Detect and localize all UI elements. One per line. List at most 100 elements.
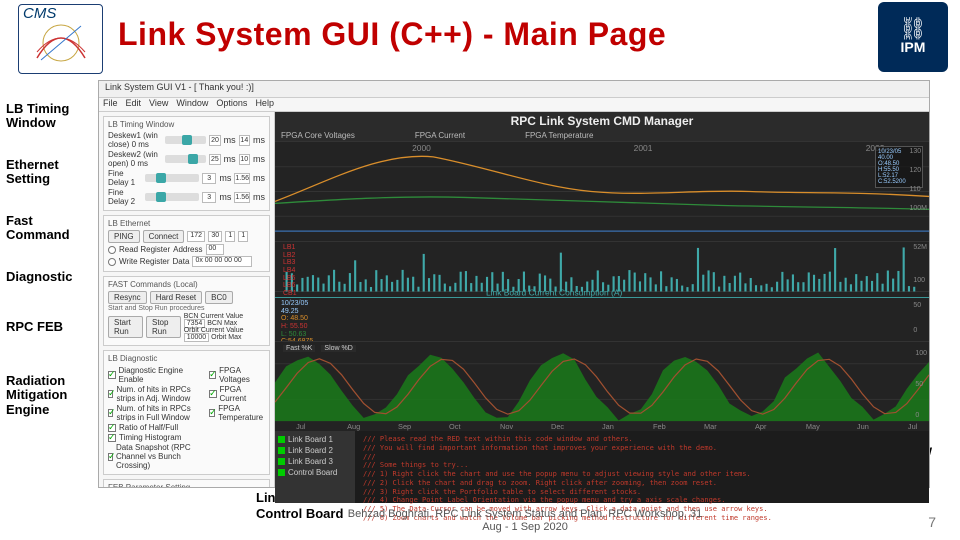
ipm-text: IPM bbox=[901, 39, 926, 55]
deskew1-slider[interactable] bbox=[165, 136, 206, 144]
svg-text:Oct: Oct bbox=[449, 423, 460, 431]
mid-ov: 10/23/0549.25O: 48.50H: 55.50L: 50.63C:5… bbox=[281, 300, 313, 346]
cmd-title: RPC Link System CMD Manager bbox=[275, 112, 929, 130]
svg-text:Jul: Jul bbox=[296, 423, 306, 431]
chk-timing[interactable] bbox=[108, 434, 116, 442]
svg-text:Jan: Jan bbox=[602, 423, 614, 431]
list-item[interactable]: Control Board bbox=[278, 467, 352, 478]
deskew1-v1: 20 bbox=[209, 135, 220, 146]
svg-text:Mar: Mar bbox=[704, 423, 717, 431]
panel-timing: LB Timing Window Deskew1 (win close) 0 m… bbox=[103, 116, 270, 211]
svg-text:Apr: Apr bbox=[755, 423, 767, 431]
status-messages[interactable]: /// Please read the RED text within this… bbox=[355, 431, 929, 503]
deskew2-label: Deskew2 (win open) 0 ms bbox=[108, 150, 162, 168]
write-reg-radio[interactable] bbox=[108, 258, 116, 266]
ip-1[interactable]: 30 bbox=[208, 231, 222, 242]
status-window: Link Board 1 Link Board 2 Link Board 3 C… bbox=[275, 431, 929, 503]
menu-window[interactable]: Window bbox=[176, 98, 208, 111]
lbl-ethernet: Ethernet Setting bbox=[6, 158, 90, 188]
addr-input[interactable]: 00 bbox=[206, 244, 224, 255]
chk-snapshot[interactable] bbox=[108, 453, 113, 461]
ping-button[interactable]: PING bbox=[108, 230, 140, 243]
panel-feb: FEB Parameter Setting CH1DAC1TEMP 1Set D… bbox=[103, 479, 270, 487]
chk-hits-adj[interactable] bbox=[108, 390, 113, 398]
menu-edit[interactable]: Edit bbox=[126, 98, 142, 111]
ipm-icon: ⛓ bbox=[899, 19, 927, 39]
menu-view[interactable]: View bbox=[149, 98, 168, 111]
svg-text:2000: 2000 bbox=[412, 144, 431, 153]
svg-text:2001: 2001 bbox=[634, 144, 653, 153]
lbl-timing: LB Timing Window bbox=[6, 102, 90, 132]
lbl-rme: Radiation Mitigation Engine bbox=[6, 374, 90, 417]
chart-headers: FPGA Core Voltages FPGA Current FPGA Tem… bbox=[275, 130, 929, 141]
svg-text:Jun: Jun bbox=[857, 423, 869, 431]
side-labels: LB Timing Window Ethernet Setting Fast C… bbox=[6, 102, 90, 443]
left-pane: LB Timing Window Deskew1 (win close) 0 m… bbox=[99, 112, 275, 487]
ip-0[interactable]: 172 bbox=[187, 231, 205, 242]
chk-hits-full[interactable] bbox=[108, 409, 113, 417]
app-window: Link System GUI V1 - [ Thank you! :)] Fi… bbox=[98, 80, 930, 488]
lbl-diag: Diagnostic bbox=[6, 270, 90, 284]
svg-text:Feb: Feb bbox=[653, 423, 666, 431]
svg-text:Sep: Sep bbox=[398, 423, 411, 431]
fd2-slider[interactable] bbox=[145, 193, 199, 201]
chk-ratio[interactable] bbox=[108, 424, 116, 432]
status-icon bbox=[278, 458, 285, 465]
chk-fpga-t[interactable] bbox=[209, 409, 215, 417]
fd1-label: Fine Delay 1 bbox=[108, 169, 142, 187]
panel-diag-title: LB Diagnostic bbox=[108, 354, 265, 363]
footer: Behzad Boghrati, RPC Link System Status … bbox=[340, 508, 710, 534]
lbl-fast: Fast Command bbox=[6, 214, 90, 244]
ip-3[interactable]: 1 bbox=[238, 231, 248, 242]
list-item[interactable]: Link Board 1 bbox=[278, 434, 352, 445]
menu-help[interactable]: Help bbox=[255, 98, 274, 111]
menubar: File Edit View Window Options Help bbox=[99, 98, 929, 112]
page-title: Link System GUI (C++) - Main Page bbox=[118, 16, 666, 53]
page-number: 7 bbox=[928, 514, 936, 530]
right-pane: RPC Link System CMD Manager FPGA Core Vo… bbox=[275, 112, 929, 487]
chk-fpga-v[interactable] bbox=[209, 371, 216, 379]
svg-text:Jul: Jul bbox=[908, 423, 918, 431]
stoprun-button[interactable]: Stop Run bbox=[146, 316, 181, 338]
cms-logo: CMS bbox=[18, 4, 103, 74]
panel-eth-title: LB Ethernet bbox=[108, 219, 265, 228]
data-input[interactable]: 0x 00 00 00 00 bbox=[192, 256, 252, 267]
status-icon bbox=[278, 436, 285, 443]
startrun-button[interactable]: Start Run bbox=[108, 316, 143, 338]
status-icon bbox=[278, 469, 285, 476]
board-panel: Link Board 1 Link Board 2 Link Board 3 C… bbox=[275, 431, 355, 503]
ip-2[interactable]: 1 bbox=[225, 231, 235, 242]
svg-text:May: May bbox=[806, 423, 820, 431]
read-reg-radio[interactable] bbox=[108, 246, 116, 254]
cms-text: CMS bbox=[19, 5, 56, 22]
panel-fast-title: FAST Commands (Local) bbox=[108, 280, 265, 289]
window-titlebar: Link System GUI V1 - [ Thank you! :)] bbox=[99, 81, 929, 98]
panel-timing-title: LB Timing Window bbox=[108, 120, 265, 129]
panel-fast: FAST Commands (Local) Resync Hard Reset … bbox=[103, 276, 270, 346]
menu-options[interactable]: Options bbox=[216, 98, 247, 111]
bc0-button[interactable]: BC0 bbox=[205, 291, 233, 304]
menu-file[interactable]: File bbox=[103, 98, 118, 111]
list-item[interactable]: Link Board 2 bbox=[278, 445, 352, 456]
resync-button[interactable]: Resync bbox=[108, 291, 147, 304]
svg-text:Aug: Aug bbox=[347, 423, 360, 431]
mid-lb-labels: LB1LB2LB3LB4LB5LB6CB1 bbox=[283, 244, 297, 298]
chart-top[interactable]: 10/23/05 40.00 O:48.50 H:55.50 L:52.17 C… bbox=[275, 141, 929, 241]
chk-diag-enable[interactable] bbox=[108, 371, 116, 379]
svg-text:Nov: Nov bbox=[500, 423, 514, 431]
fd1-slider[interactable] bbox=[145, 174, 199, 182]
connect-button[interactable]: Connect bbox=[143, 230, 185, 243]
chk-fpga-c[interactable] bbox=[209, 390, 216, 398]
lbl-feb: RPC FEB bbox=[6, 320, 90, 334]
svg-text:Dec: Dec bbox=[551, 423, 565, 431]
panel-diag: LB Diagnostic Diagnostic Engine Enable N… bbox=[103, 350, 270, 475]
chart-bot[interactable]: Fast %K Slow %D JulAugSepOctNovDecJanFeb… bbox=[275, 341, 929, 431]
hardreset-button[interactable]: Hard Reset bbox=[150, 291, 202, 304]
deskew2-slider[interactable] bbox=[165, 155, 206, 163]
chart-mid[interactable]: LB1LB2LB3LB4LB5LB6CB1 10/23/0549.25O: 48… bbox=[275, 241, 929, 341]
status-icon bbox=[278, 447, 285, 454]
fd2-label: Fine Delay 2 bbox=[108, 188, 142, 206]
board-control: Control Board bbox=[256, 506, 343, 522]
list-item[interactable]: Link Board 3 bbox=[278, 456, 352, 467]
panel-ethernet: LB Ethernet PING Connect 172 30 1 1 Read… bbox=[103, 215, 270, 272]
